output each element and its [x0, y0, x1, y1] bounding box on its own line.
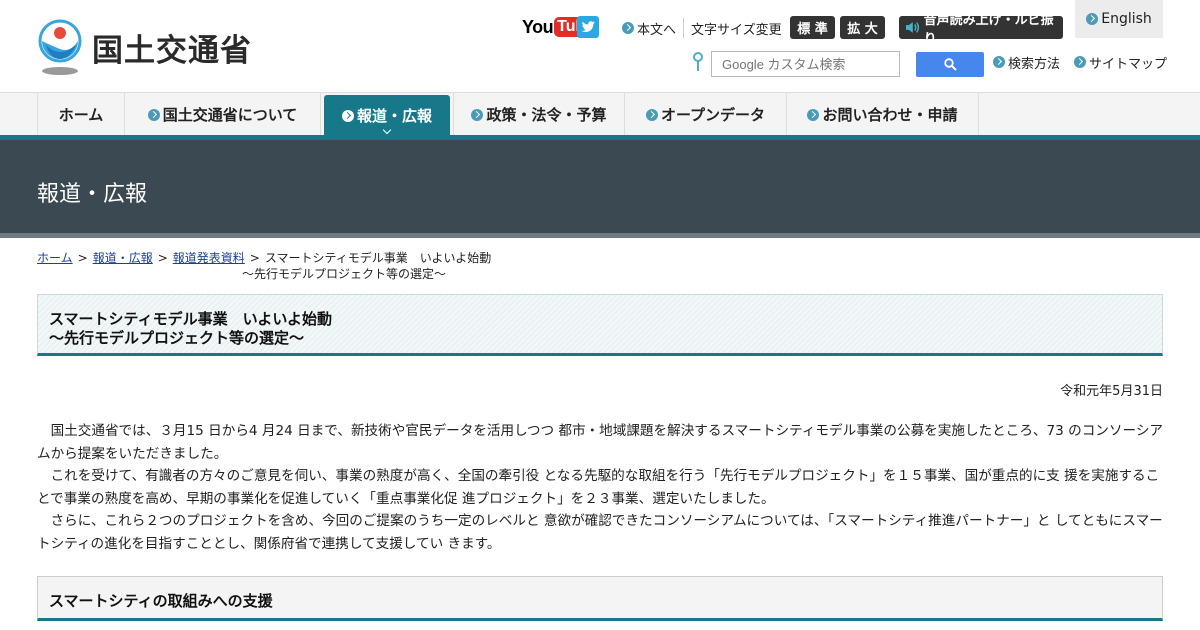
arrow-bullet-icon [471, 108, 484, 121]
page-subtitle: ～先行モデルプロジェクト等の選定～ [49, 329, 305, 347]
youtube-logo-you: You [522, 16, 554, 37]
sitemap-label: サイトマップ [1089, 56, 1168, 72]
nav-item-label: お問い合わせ・申請 [822, 106, 958, 124]
arrow-bullet-icon [993, 56, 1005, 68]
site-header: 国土交通省 You Tube 本文へ 文字サイズ変更 標 準 拡 大 音声読み上… [0, 0, 1200, 92]
twitter-link[interactable] [577, 16, 599, 38]
nav-item-label: 国土交通省について [162, 106, 298, 124]
breadcrumb-releases-link[interactable]: 報道発表資料 [173, 251, 245, 265]
breadcrumb-current-line2: ～先行モデルプロジェクト等の選定～ [242, 267, 447, 281]
english-label: English [1101, 11, 1152, 27]
section-heading-box: スマートシティの取組みへの支援 [37, 576, 1163, 621]
location-pin-icon [693, 52, 703, 71]
article-paragraph: さらに、これら２つのプロジェクトを含め、今回のご提案のうち一定のレベルと 意欲が… [37, 513, 1163, 552]
nav-item-policy[interactable]: 政策・法令・予算 [453, 93, 625, 136]
nav-item-press[interactable]: 報道・広報 [324, 95, 450, 136]
text-size-standard-button[interactable]: 標 準 [790, 16, 835, 39]
nav-item-label: 政策・法令・予算 [486, 106, 607, 124]
divider [683, 18, 684, 38]
skip-to-content-link[interactable]: 本文へ [622, 18, 676, 38]
text-size-large-button[interactable]: 拡 大 [840, 16, 885, 39]
nav-item-label: 報道・広報 [356, 107, 432, 125]
breadcrumb-current: スマートシティモデル事業 いよいよ始動 [264, 251, 492, 265]
breadcrumb: ホーム > 報道・広報 > 報道発表資料 > スマートシティモデル事業 いよいよ始動 ～先行… [37, 250, 637, 282]
search-icon [943, 58, 957, 71]
ministry-logo-icon [38, 19, 82, 75]
arrow-bullet-icon [645, 108, 658, 121]
page-title-box: スマートシティモデル事業 いよいよ始動 ～先行モデルプロジェクト等の選定～ [37, 294, 1163, 356]
site-logo[interactable]: 国土交通省 [36, 19, 266, 75]
voice-ruby-button[interactable]: 音声読み上げ・ルビ振り [899, 13, 1063, 47]
voice-ruby-label: 音声読み上げ・ルビ振り [923, 12, 1054, 47]
text-size-label: 文字サイズ変更 [691, 18, 782, 38]
text-size-large-label: 拡 大 [847, 22, 878, 37]
global-nav: ホーム 国土交通省について 報道・広報 政策・法令・予算 オープンデータ お問い… [0, 92, 1200, 136]
breadcrumb-press-link[interactable]: 報道・広報 [93, 251, 153, 265]
arrow-bullet-icon [1086, 13, 1099, 25]
search-button[interactable] [916, 52, 984, 77]
search-input[interactable] [711, 51, 900, 77]
search-method-label: 検索方法 [1008, 56, 1061, 72]
arrow-bullet-icon [807, 108, 820, 121]
nav-item-home[interactable]: ホーム [37, 93, 125, 136]
nav-item-contact[interactable]: お問い合わせ・申請 [787, 93, 979, 136]
sitemap-link[interactable]: サイトマップ [1074, 53, 1168, 72]
article-paragraph: これを受けて、有識者の方々のご意見を伺い、事業の熟度が高く、全国の牽引役 となる… [37, 468, 1160, 507]
article-paragraph: 国土交通省では、３月15 日から4 月24 日まで、新技術や官民データを活用しつ… [37, 423, 1164, 462]
english-link[interactable]: English [1075, 0, 1163, 38]
article-body: 国土交通省では、３月15 日から4 月24 日まで、新技術や官民データを活用しつ… [37, 420, 1163, 555]
publish-date: 令和元年5月31日 [1060, 384, 1163, 399]
nav-item-opendata[interactable]: オープンデータ [625, 93, 787, 136]
banner-divider [0, 233, 1200, 238]
arrow-bullet-icon [341, 109, 354, 122]
breadcrumb-separator: > [249, 251, 260, 265]
twitter-bird-icon [581, 21, 595, 33]
section-heading: スマートシティの取組みへの支援 [49, 592, 273, 610]
skip-to-content-label: 本文へ [637, 22, 677, 38]
section-banner: 報道・広報 [0, 140, 1200, 233]
search-method-link[interactable]: 検索方法 [993, 53, 1061, 72]
arrow-bullet-icon [1074, 56, 1086, 68]
nav-item-about[interactable]: 国土交通省について [125, 93, 321, 136]
text-size-label-text: 文字サイズ変更 [691, 22, 782, 38]
section-title: 報道・広報 [37, 182, 148, 207]
arrow-bullet-icon [147, 108, 160, 121]
nav-item-label: ホーム [58, 106, 104, 124]
site-title: 国土交通省 [92, 33, 252, 69]
chevron-down-icon [382, 125, 392, 135]
breadcrumb-separator: > [77, 251, 88, 265]
text-size-standard-label: 標 準 [797, 22, 828, 37]
speaker-icon [905, 22, 920, 33]
breadcrumb-separator: > [157, 251, 168, 265]
nav-item-label: オープンデータ [660, 106, 766, 124]
breadcrumb-home-link[interactable]: ホーム [37, 251, 73, 265]
arrow-bullet-icon [622, 22, 634, 34]
page-title: スマートシティモデル事業 いよいよ始動 [49, 310, 333, 328]
